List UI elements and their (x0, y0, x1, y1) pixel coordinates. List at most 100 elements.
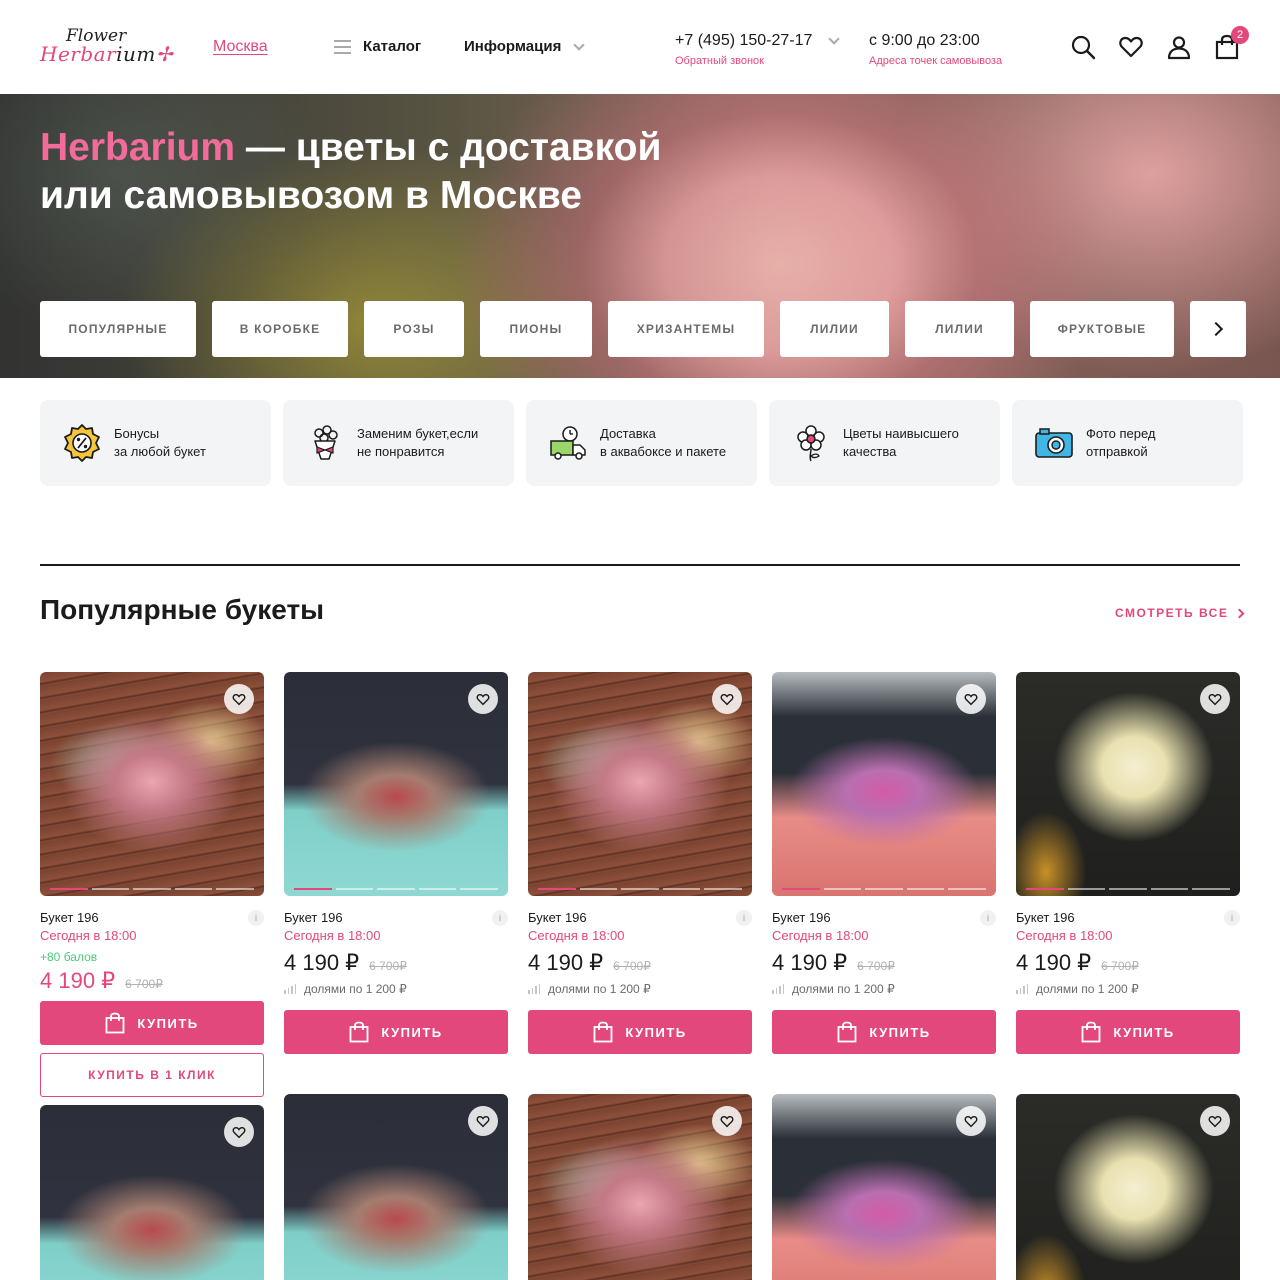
product-name[interactable]: Букет 196 (284, 910, 343, 925)
product-price: 4 190 ₽6 700₽ (40, 968, 163, 993)
category-tab[interactable]: ЛИЛИИ (780, 301, 889, 357)
info-icon[interactable]: i (248, 910, 264, 926)
pickup-addresses-link[interactable]: Адреса точек самовывоза (869, 55, 1002, 67)
header-icons: 2 (1070, 26, 1249, 60)
buy-button[interactable]: КУПИТЬ (528, 1010, 752, 1054)
hours-block: с 9:00 до 23:00 Адреса точек самовывоза (869, 32, 1002, 67)
working-hours: с 9:00 до 23:00 (869, 32, 980, 49)
product-card[interactable] (772, 1094, 996, 1280)
info-icon[interactable]: i (1224, 910, 1240, 926)
photo-pagination (294, 888, 498, 890)
delivery-date: Сегодня в 18:00 (772, 928, 869, 943)
product-name[interactable]: Букет 196 (1016, 910, 1075, 925)
feature-delivery: Доставка в аквабоксе и пакете (526, 400, 757, 486)
bag-icon (837, 1021, 857, 1043)
product-photo[interactable] (284, 672, 508, 896)
product-name[interactable]: Букет 196 (772, 910, 831, 925)
favorite-heart-icon[interactable] (956, 1106, 986, 1136)
favorite-heart-icon[interactable] (1200, 684, 1230, 714)
product-photo[interactable] (772, 1094, 996, 1280)
category-tab[interactable]: ХРИЗАНТЕМЫ (608, 301, 764, 357)
categories-next-button[interactable] (1190, 301, 1246, 357)
user-icon[interactable] (1166, 34, 1192, 60)
installment-icon (284, 984, 296, 994)
product-card[interactable]: Букет 196 i Сегодня в 18:00 +80 балов 4 … (40, 672, 264, 1098)
installment-info: долями по 1 200 ₽ (772, 982, 895, 996)
product-card[interactable]: Букет 196 i Сегодня в 18:00 4 190 ₽6 700… (1016, 672, 1240, 1054)
section-divider (40, 564, 1240, 566)
product-card[interactable] (40, 1105, 264, 1280)
photo-pagination (1026, 888, 1230, 890)
buy-button[interactable]: КУПИТЬ (284, 1010, 508, 1054)
favorite-heart-icon[interactable] (956, 684, 986, 714)
photo-pagination (50, 888, 254, 890)
installment-icon (528, 984, 540, 994)
product-photo[interactable] (40, 1105, 264, 1280)
section-title: Популярные букеты (40, 594, 325, 625)
product-card[interactable] (528, 1094, 752, 1280)
favorite-heart-icon[interactable] (224, 1117, 254, 1147)
product-photo[interactable] (528, 1094, 752, 1280)
search-icon[interactable] (1070, 34, 1096, 60)
favorite-heart-icon[interactable] (712, 684, 742, 714)
buy-one-click-button[interactable]: КУПИТЬ В 1 КЛИК (40, 1053, 264, 1097)
product-card[interactable]: Букет 196 i Сегодня в 18:00 4 190 ₽6 700… (284, 672, 508, 1054)
product-name[interactable]: Букет 196 (40, 910, 99, 925)
feature-photo: Фото перед отправкой (1012, 400, 1243, 486)
buy-button[interactable]: КУПИТЬ (40, 1001, 264, 1045)
installment-icon (772, 984, 784, 994)
logo[interactable]: Flower Herbarium✢ (40, 26, 173, 68)
favorite-heart-icon[interactable] (468, 684, 498, 714)
category-tab[interactable]: ФРУКТОВЫЕ (1030, 301, 1174, 357)
product-card[interactable]: Букет 196 i Сегодня в 18:00 4 190 ₽6 700… (528, 672, 752, 1054)
buy-button[interactable]: КУПИТЬ (772, 1010, 996, 1054)
product-card[interactable] (1016, 1094, 1240, 1280)
product-price: 4 190 ₽6 700₽ (1016, 950, 1139, 975)
bonus-points: +80 балов (40, 950, 98, 964)
category-tab[interactable]: В КОРОБКЕ (212, 301, 348, 357)
category-tab[interactable]: РОЗЫ (364, 301, 464, 357)
product-name[interactable]: Букет 196 (528, 910, 587, 925)
favorite-heart-icon[interactable] (468, 1106, 498, 1136)
installment-info: долями по 1 200 ₽ (284, 982, 407, 996)
callback-link[interactable]: Обратный звонок (675, 55, 838, 67)
heart-icon[interactable] (1118, 34, 1144, 60)
delivery-truck-icon (550, 426, 586, 460)
info-icon[interactable]: i (736, 910, 752, 926)
features-row: Бонусы за любой букет Заменим букет,если н… (40, 400, 1243, 486)
info-icon[interactable]: i (492, 910, 508, 926)
chevron-down-icon[interactable] (828, 33, 841, 45)
delivery-date: Сегодня в 18:00 (40, 928, 137, 943)
favorite-heart-icon[interactable] (1200, 1106, 1230, 1136)
product-card[interactable] (284, 1094, 508, 1280)
info-menu[interactable]: Информация (464, 38, 586, 55)
info-icon[interactable]: i (980, 910, 996, 926)
product-card[interactable]: Букет 196 i Сегодня в 18:00 4 190 ₽6 700… (772, 672, 996, 1054)
bouquet-icon (314, 425, 338, 460)
bag-icon (593, 1021, 613, 1043)
product-photo[interactable] (40, 672, 264, 896)
installment-info: долями по 1 200 ₽ (1016, 982, 1139, 996)
category-tab[interactable]: ЛИЛИИ (905, 301, 1014, 357)
product-photo[interactable] (528, 672, 752, 896)
catalog-menu-button[interactable]: Каталог (334, 38, 421, 55)
category-tab[interactable]: ПОПУЛЯРНЫЕ (40, 301, 196, 357)
city-selector[interactable]: Москва (213, 38, 268, 56)
phone-number[interactable]: +7 (495) 150-27-17 (675, 32, 812, 50)
product-photo[interactable] (284, 1094, 508, 1280)
product-photo[interactable] (1016, 672, 1240, 896)
favorite-heart-icon[interactable] (712, 1106, 742, 1136)
old-price: 6 700₽ (369, 959, 407, 973)
category-tab[interactable]: ПИОНЫ (480, 301, 592, 357)
cart-icon[interactable]: 2 (1214, 26, 1249, 60)
see-all-link[interactable]: СМОТРЕТЬ ВСЕ (1115, 606, 1245, 620)
product-photo[interactable] (772, 672, 996, 896)
product-photo[interactable] (1016, 1094, 1240, 1280)
buy-button[interactable]: КУПИТЬ (1016, 1010, 1240, 1054)
site-header: Flower Herbarium✢ Москва Каталог Информа… (0, 0, 1280, 94)
old-price: 6 700₽ (1101, 959, 1139, 973)
installment-info: долями по 1 200 ₽ (528, 982, 651, 996)
camera-icon (1035, 428, 1073, 458)
category-tabs: ПОПУЛЯРНЫЕ В КОРОБКЕ РОЗЫ ПИОНЫ ХРИЗАНТЕ… (40, 301, 1246, 357)
favorite-heart-icon[interactable] (224, 684, 254, 714)
